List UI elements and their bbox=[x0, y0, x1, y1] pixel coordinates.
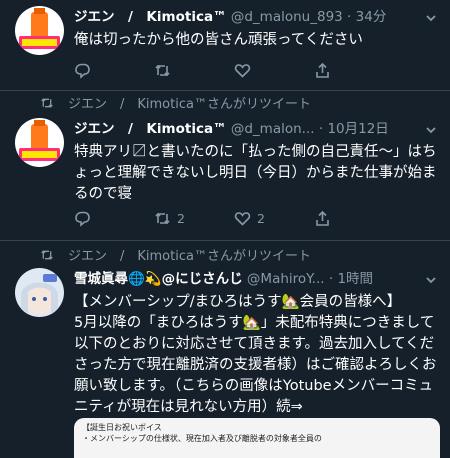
avatar-image bbox=[15, 6, 64, 55]
reply-icon bbox=[75, 63, 90, 79]
display-name[interactable]: ジエン / Kimotica™ bbox=[74, 121, 227, 137]
more-chevron-icon[interactable] bbox=[424, 122, 438, 136]
retweeted-by-label[interactable]: ジエン / Kimotica™さんがリツイート bbox=[68, 97, 311, 112]
tweet-text: 特典アリ〼と書いたのに「払った側の自己責任〜」はちょっと理解できないし明日（今日… bbox=[74, 144, 437, 202]
share-button[interactable] bbox=[314, 210, 394, 227]
tweet-3[interactable]: ジエン / Kimotica™さんがリツイート 雪城眞尋🌐💫@にじさんじ @Ma… bbox=[0, 240, 450, 442]
heart-icon bbox=[234, 63, 251, 78]
heart-icon bbox=[234, 211, 251, 226]
like-button[interactable] bbox=[234, 62, 314, 79]
separator-dot: · bbox=[328, 271, 334, 287]
reply-icon bbox=[75, 211, 90, 227]
retweeted-by-label[interactable]: ジエン / Kimotica™さんがリツイート bbox=[68, 249, 311, 264]
share-icon bbox=[316, 62, 329, 78]
display-name[interactable]: ジエン / Kimotica™ bbox=[74, 9, 227, 25]
retweet-context: ジエン / Kimotica™さんがリツイート bbox=[40, 248, 311, 266]
reply-button[interactable] bbox=[74, 210, 154, 227]
retweet-button[interactable]: 2 bbox=[154, 210, 234, 227]
display-name[interactable]: 雪城眞尋🌐💫@にじさんじ bbox=[74, 271, 243, 287]
retweet-context: ジエン / Kimotica™さんがリツイート bbox=[40, 96, 311, 114]
reply-button[interactable] bbox=[74, 62, 154, 79]
avatar[interactable] bbox=[15, 118, 64, 167]
avatar-image bbox=[15, 118, 64, 167]
avatar-image bbox=[15, 268, 64, 317]
separator-dot: · bbox=[318, 121, 324, 137]
share-icon bbox=[316, 210, 329, 226]
share-button[interactable] bbox=[314, 62, 394, 79]
timestamp[interactable]: 10月12日 bbox=[327, 121, 388, 137]
tweet-text: 【メンバーシップ/まひろはうす🏡会員の皆様へ】 5月以降の「まひろはうす🏡」未配… bbox=[74, 294, 437, 415]
retweet-count: 2 bbox=[177, 210, 185, 226]
user-handle[interactable]: @MahiroY... bbox=[247, 271, 325, 287]
timestamp[interactable]: 34分 bbox=[356, 9, 387, 25]
retweet-button[interactable] bbox=[154, 62, 234, 79]
image-text-line: ・メンバーシップの仕様状、現在加入者及び離脱者の対象者全員の bbox=[82, 434, 322, 443]
more-chevron-icon[interactable] bbox=[424, 272, 438, 286]
like-button[interactable]: 2 bbox=[234, 210, 314, 227]
retweet-icon bbox=[155, 212, 170, 224]
avatar[interactable] bbox=[15, 6, 64, 55]
user-handle[interactable]: @d_malonu_893 bbox=[231, 9, 343, 25]
tweet-text: 俺は切ったから他の皆さん頑張ってください bbox=[74, 32, 363, 48]
retweet-icon bbox=[41, 250, 53, 260]
attached-image[interactable]: 【誕生日お祝いボイス ・メンバーシップの仕様状、現在加入者及び離脱者の対象者全員… bbox=[74, 418, 440, 458]
tweet-2[interactable]: ジエン / Kimotica™さんがリツイート ジエン / Kimotica™ … bbox=[0, 90, 450, 241]
user-handle[interactable]: @d_malon... bbox=[231, 121, 315, 137]
retweet-icon bbox=[155, 64, 170, 76]
like-count: 2 bbox=[257, 210, 265, 226]
timestamp[interactable]: 1時間 bbox=[337, 271, 373, 287]
more-chevron-icon[interactable] bbox=[424, 10, 438, 24]
tweet-1[interactable]: ジエン / Kimotica™ @d_malonu_893 · 34分 俺は切っ… bbox=[0, 0, 450, 91]
image-text-line: 【誕生日お祝いボイス bbox=[82, 423, 162, 432]
separator-dot: · bbox=[347, 9, 352, 25]
retweet-icon bbox=[41, 98, 53, 108]
avatar[interactable] bbox=[15, 268, 64, 317]
